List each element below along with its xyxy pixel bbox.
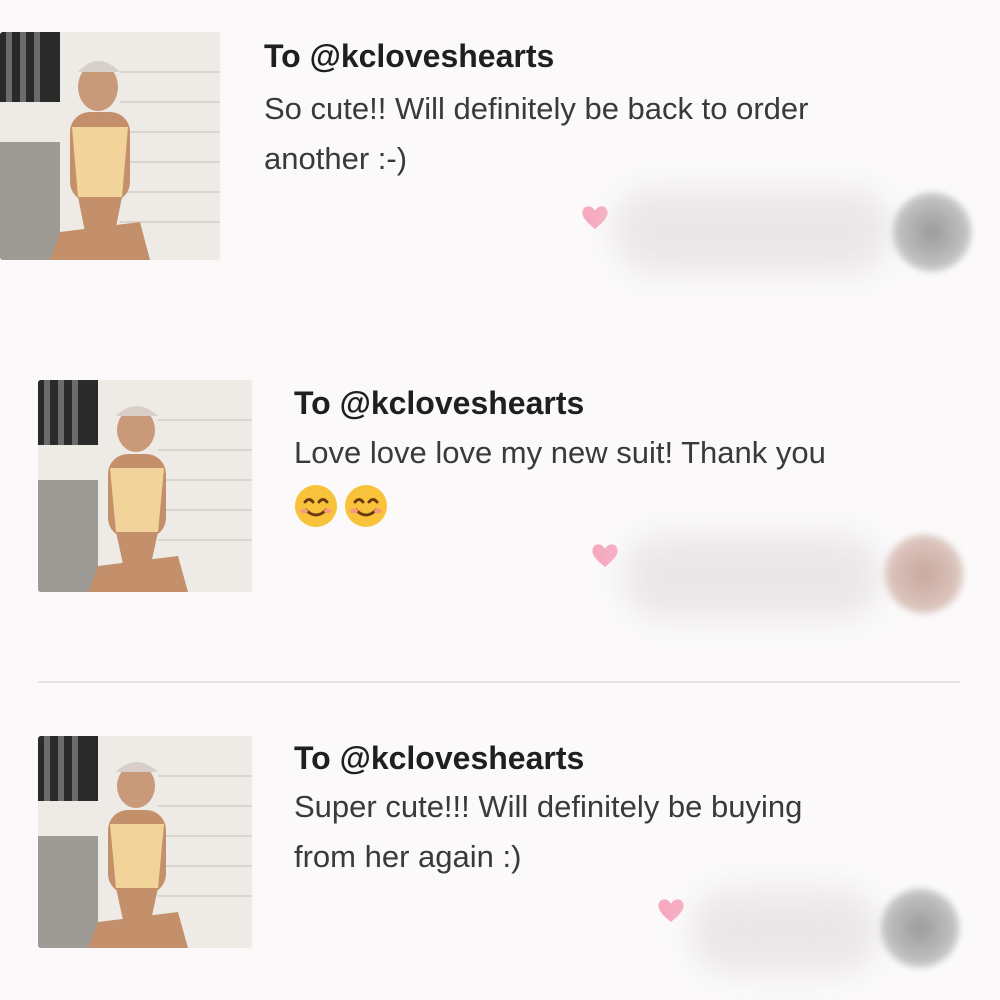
- review-text-line: from her again :): [294, 839, 522, 874]
- avatar[interactable]: [880, 888, 960, 968]
- emoji-row: [294, 484, 388, 528]
- review-text: Super cute!!! Will definitely be buying …: [294, 782, 994, 882]
- heart-icon[interactable]: [590, 540, 620, 570]
- review-text-line: Super cute!!! Will definitely be buying: [294, 789, 803, 824]
- product-photo-image: [38, 736, 252, 948]
- review-recipient: To @kcloveshearts: [294, 740, 585, 776]
- product-photo[interactable]: [38, 736, 252, 948]
- blurred-username: [612, 188, 892, 274]
- product-photo[interactable]: [38, 380, 252, 592]
- avatar[interactable]: [884, 534, 964, 614]
- product-photo-image: [38, 380, 252, 592]
- review-text-line: Love love love my new suit! Thank you: [294, 435, 826, 470]
- review-text-line: So cute!! Will definitely be back to ord…: [264, 91, 809, 126]
- product-photo-image: [0, 32, 220, 260]
- heart-icon[interactable]: [656, 895, 686, 925]
- review-recipient: To @kcloveshearts: [294, 385, 585, 421]
- smiling-face-icon: [295, 485, 337, 527]
- heart-icon[interactable]: [580, 202, 610, 232]
- review-text: Love love love my new suit! Thank you: [294, 428, 994, 543]
- review-text-line: another :-): [264, 141, 408, 176]
- smiling-face-icon: [345, 485, 387, 527]
- review-recipient: To @kcloveshearts: [264, 38, 555, 74]
- blurred-username: [622, 534, 882, 620]
- review-text: So cute!! Will definitely be back to ord…: [264, 84, 964, 184]
- avatar[interactable]: [892, 192, 972, 272]
- product-photo[interactable]: [0, 32, 220, 260]
- blurred-username: [690, 888, 880, 974]
- divider: [38, 681, 960, 683]
